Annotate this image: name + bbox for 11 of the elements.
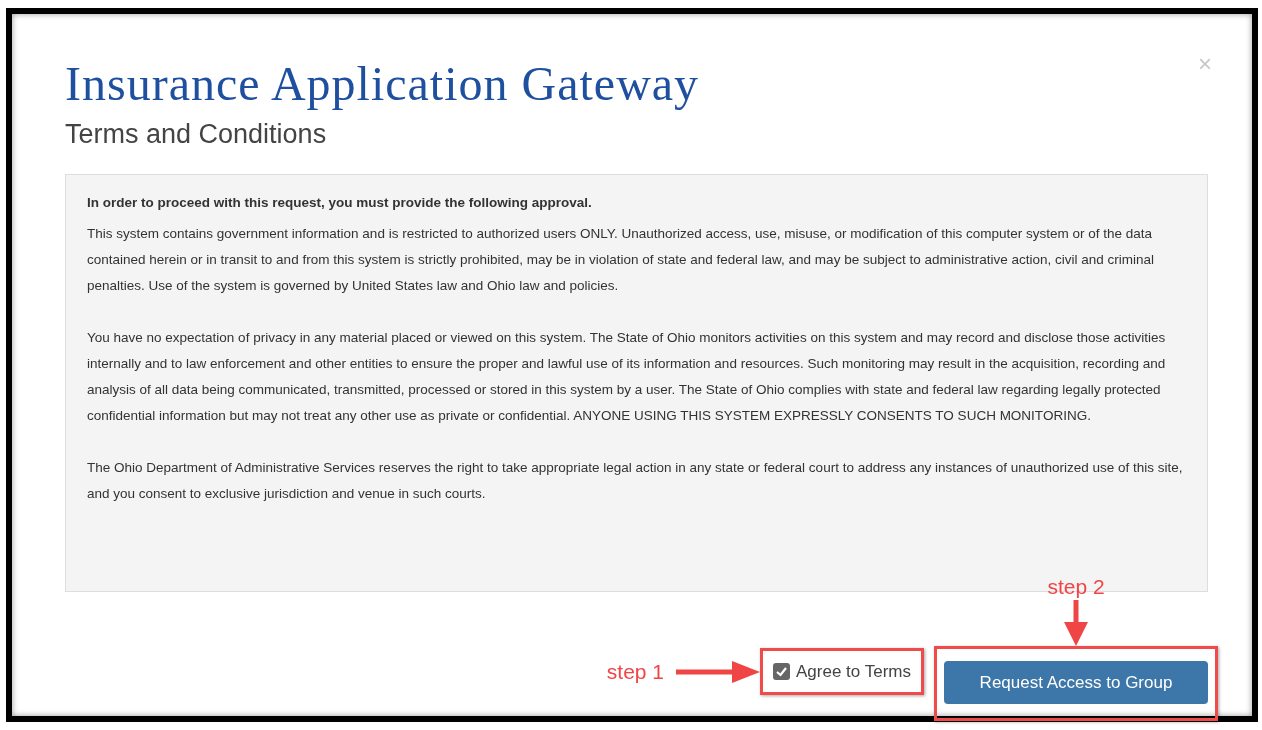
dialog-title: Insurance Application Gateway bbox=[65, 56, 700, 112]
terms-paragraph: You have no expectation of privacy in any material placed or viewed on this system. The State of Ohio monitors activities on this system and may record and disclose those activities internally and to law enforcement and other entities to ensure the proper and lawful use of its information and resources. Such monitoring may result in the acquisition, recording and analysis of all data being communicated, transmitted, processed or stored in this system by a user. The State of Ohio complies with state and federal law regarding legally protected confidential information but may not treat any other use as private or confidential. ANYONE USING THIS SYSTEM EXPRESSLY CONSENTS TO SUCH MONITORING. bbox=[87, 329, 1167, 425]
terms-heading: In order to proceed with this request, you must provide the following approval. bbox=[87, 194, 593, 212]
terms-paragraph: The Ohio Department of Administrative Services reserves the right to take appropriate legal action in any state or federal court to address any instances of unauthorized use of this site, and you consent to exclusive jurisdiction and venue in such courts. bbox=[87, 459, 1184, 503]
checkbox-checked-icon bbox=[773, 663, 791, 680]
step-label: step 2 bbox=[1047, 574, 1105, 600]
terms-paragraph: This system contains government information and is restricted to authorized users ONLY. Unauthorized access, use, misuse, or modification of this computer system or of the data contained herein or in transit to and from this system is strictly prohibited, may be in violation of state and federal law, and may be subject to administrative action, civil and criminal penalties. Use of the system is governed by United States law and Ohio law and policies. bbox=[87, 225, 1155, 295]
agree-checkbox[interactable]: Agree to Terms bbox=[773, 658, 911, 685]
step-label: step 1 bbox=[606, 658, 665, 685]
request-access-button[interactable]: Request Access to Group bbox=[944, 661, 1208, 704]
dialog-subtitle: Terms and Conditions bbox=[65, 118, 327, 151]
